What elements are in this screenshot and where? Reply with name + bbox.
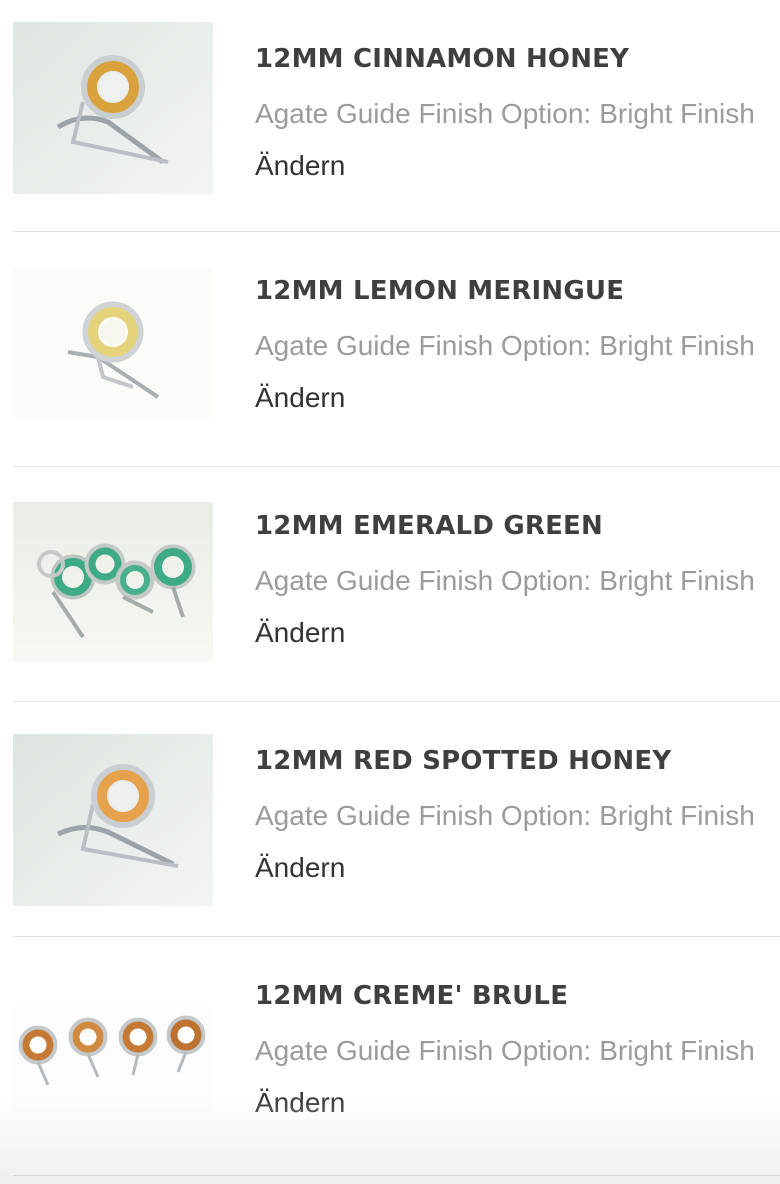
option-label: Agate Guide Finish Option: <box>255 800 592 831</box>
product-option: Agate Guide Finish Option: Bright Finish <box>255 330 755 362</box>
product-option: Agate Guide Finish Option: Bright Finish <box>255 98 755 130</box>
cart-item: 12MM LEMON MERINGUE Agate Guide Finish O… <box>13 232 780 467</box>
product-image[interactable] <box>13 502 213 674</box>
divider <box>13 1175 780 1176</box>
product-option: Agate Guide Finish Option: Bright Finish <box>255 1035 755 1067</box>
product-title[interactable]: 12MM RED SPOTTED HONEY <box>255 746 671 776</box>
product-option: Agate Guide Finish Option: Bright Finish <box>255 800 755 832</box>
option-value: Bright Finish <box>599 330 755 361</box>
product-option: Agate Guide Finish Option: Bright Finish <box>255 565 755 597</box>
change-link[interactable]: Ändern <box>255 852 345 884</box>
product-title[interactable]: 12MM CINNAMON HONEY <box>255 44 629 74</box>
change-link[interactable]: Ändern <box>255 1087 345 1119</box>
cart-item: 12MM RED SPOTTED HONEY Agate Guide Finis… <box>13 702 780 937</box>
change-link[interactable]: Ändern <box>255 382 345 414</box>
option-label: Agate Guide Finish Option: <box>255 330 592 361</box>
product-title[interactable]: 12MM CREME' BRULE <box>255 981 568 1011</box>
cart-item: 12MM CREME' BRULE Agate Guide Finish Opt… <box>13 937 780 1172</box>
cart-item: 12MM CINNAMON HONEY Agate Guide Finish O… <box>13 0 780 232</box>
option-label: Agate Guide Finish Option: <box>255 565 592 596</box>
product-image[interactable] <box>13 22 213 194</box>
product-image[interactable] <box>13 1007 213 1117</box>
change-link[interactable]: Ändern <box>255 150 345 182</box>
option-label: Agate Guide Finish Option: <box>255 1035 592 1066</box>
option-value: Bright Finish <box>599 98 755 129</box>
product-image[interactable] <box>13 267 213 439</box>
option-label: Agate Guide Finish Option: <box>255 98 592 129</box>
cart-item: 12MM EMERALD GREEN Agate Guide Finish Op… <box>13 467 780 702</box>
change-link[interactable]: Ändern <box>255 617 345 649</box>
product-image[interactable] <box>13 734 213 906</box>
option-value: Bright Finish <box>599 1035 755 1066</box>
option-value: Bright Finish <box>599 565 755 596</box>
product-title[interactable]: 12MM LEMON MERINGUE <box>255 276 624 306</box>
cart-item-list: 12MM CINNAMON HONEY Agate Guide Finish O… <box>0 0 780 1172</box>
product-title[interactable]: 12MM EMERALD GREEN <box>255 511 603 541</box>
option-value: Bright Finish <box>599 800 755 831</box>
